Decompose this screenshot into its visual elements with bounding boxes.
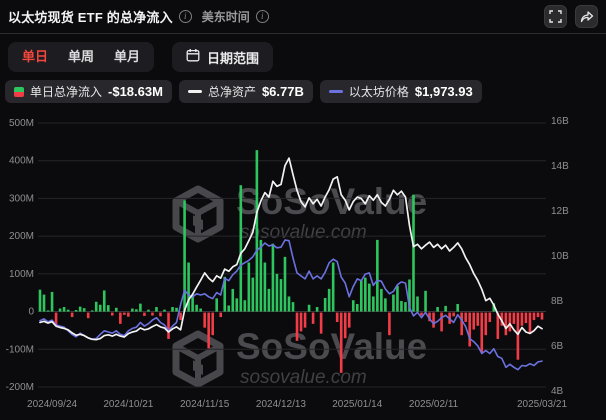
svg-text:500M: 500M: [9, 118, 34, 129]
svg-text:300M: 300M: [9, 193, 34, 204]
svg-text:16B: 16B: [551, 116, 569, 127]
svg-text:-200M: -200M: [6, 382, 34, 393]
svg-text:2025/02/11: 2025/02/11: [409, 399, 459, 410]
svg-text:2024/11/15: 2024/11/15: [180, 399, 230, 410]
combo-chart-plot[interactable]: 500M 400M 300M 200M 100M 0 -100M -200M 16B 14B 12B…: [0, 0, 606, 420]
svg-text:400M: 400M: [9, 156, 34, 167]
svg-text:200M: 200M: [9, 231, 34, 242]
svg-text:0: 0: [28, 307, 34, 318]
svg-text:4B: 4B: [551, 386, 564, 397]
svg-text:6B: 6B: [551, 341, 564, 352]
svg-text:2024/10/21: 2024/10/21: [103, 399, 153, 410]
svg-text:12B: 12B: [551, 206, 569, 217]
svg-text:2025/01/14: 2025/01/14: [332, 399, 382, 410]
svg-text:2025/03/21: 2025/03/21: [517, 399, 567, 410]
etf-netflow-panel: 以太坊现货 ETF 的总净流入 i 美东时间 i 单日 单周 单月 日期范围 单…: [0, 0, 606, 420]
svg-text:100M: 100M: [9, 269, 34, 280]
svg-text:8B: 8B: [551, 296, 564, 307]
svg-text:10B: 10B: [551, 251, 569, 262]
svg-text:-100M: -100M: [6, 344, 34, 355]
svg-text:2024/12/13: 2024/12/13: [256, 399, 306, 410]
svg-text:2024/09/24: 2024/09/24: [27, 399, 77, 410]
svg-text:14B: 14B: [551, 161, 569, 172]
